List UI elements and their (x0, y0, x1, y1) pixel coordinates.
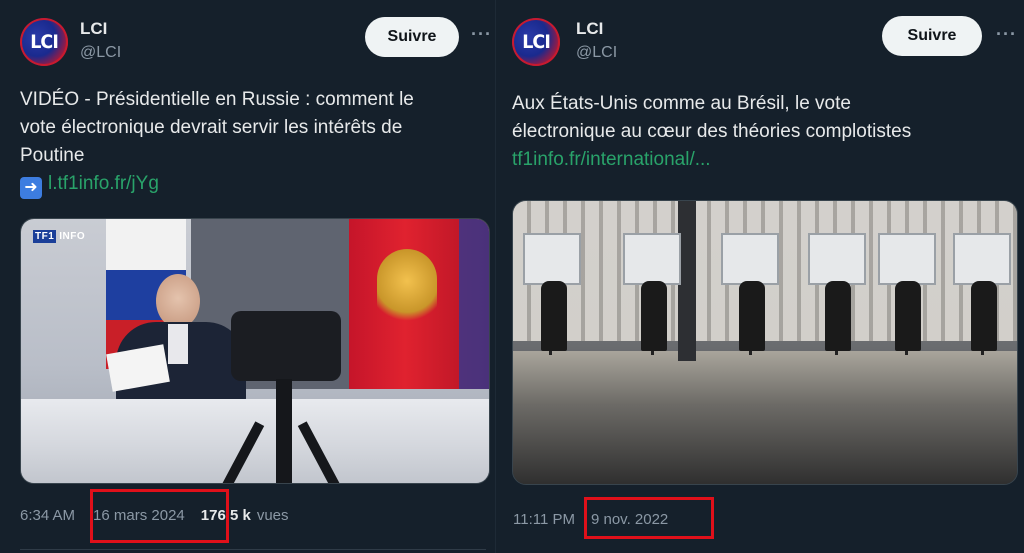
tweet-text-line: Poutine (20, 145, 85, 166)
tweet-link[interactable]: tf1info.fr/international/... (512, 146, 1012, 174)
tweet-text: Aux États-Unis comme au Brésil, le vote … (512, 90, 1012, 174)
tweet-text-line: VIDÉO - Présidentielle en Russie : comme… (20, 89, 414, 110)
tripod (276, 379, 292, 483)
more-horizontal-icon[interactable]: ··· (471, 24, 492, 45)
tf1-info-logo: TF1 INFO (33, 230, 86, 243)
tweet-link[interactable]: l.tf1info.fr/jYg (48, 173, 159, 194)
voter-silhouette (825, 281, 851, 351)
voter-silhouette (541, 281, 567, 351)
more-horizontal-icon[interactable]: ··· (996, 24, 1017, 45)
author-handle[interactable]: @LCI (80, 44, 121, 62)
right-arrow-icon: ➜ (20, 177, 42, 199)
photo-scene (513, 201, 1017, 484)
voter-silhouette (641, 281, 667, 351)
reflective-floor (513, 351, 1017, 484)
presidential-standard-flag (349, 219, 489, 389)
views-label: vues (256, 507, 289, 524)
voting-booth (878, 233, 936, 285)
avatar-logo-text: LCI (522, 31, 551, 53)
avatar-logo-text: LCI (30, 31, 59, 53)
voting-booth (523, 233, 581, 285)
author-name[interactable]: LCI (80, 19, 107, 39)
voting-booth (953, 233, 1011, 285)
tweet-text-line: vote électronique devrait servir les int… (20, 117, 403, 138)
author-name[interactable]: LCI (576, 19, 603, 39)
tweet-text-line: Aux États-Unis comme au Brésil, le vote (512, 93, 851, 114)
date-highlight-box (584, 497, 714, 539)
voter-silhouette (895, 281, 921, 351)
voting-booth (808, 233, 866, 285)
tweet-time[interactable]: 6:34 AM (20, 507, 75, 524)
tweet-text: VIDÉO - Présidentielle en Russie : comme… (20, 86, 486, 199)
voting-booth (721, 233, 779, 285)
tweet-media-image[interactable]: TF1 INFO (20, 218, 490, 484)
tweet-time[interactable]: 11:11 PM (513, 511, 575, 528)
avatar[interactable]: LCI (512, 18, 560, 66)
date-highlight-box (90, 489, 229, 543)
tweet-text-line: électronique au cœur des théories complo… (512, 121, 912, 142)
avatar[interactable]: LCI (20, 18, 68, 66)
follow-button[interactable]: Suivre (365, 17, 459, 57)
photo-scene: TF1 INFO (21, 219, 489, 483)
author-handle[interactable]: @LCI (576, 44, 617, 62)
voter-silhouette (739, 281, 765, 351)
separator (20, 549, 486, 550)
tweet-left[interactable]: LCI LCI @LCI Suivre ··· VIDÉO - Présiden… (0, 0, 496, 553)
follow-button[interactable]: Suivre (882, 16, 982, 56)
voting-booth (623, 233, 681, 285)
tweet-right[interactable]: LCI LCI @LCI Suivre ··· Aux États-Unis c… (496, 0, 1024, 553)
voter-silhouette (971, 281, 997, 351)
camera (231, 311, 341, 381)
tweet-media-image[interactable] (512, 200, 1018, 485)
